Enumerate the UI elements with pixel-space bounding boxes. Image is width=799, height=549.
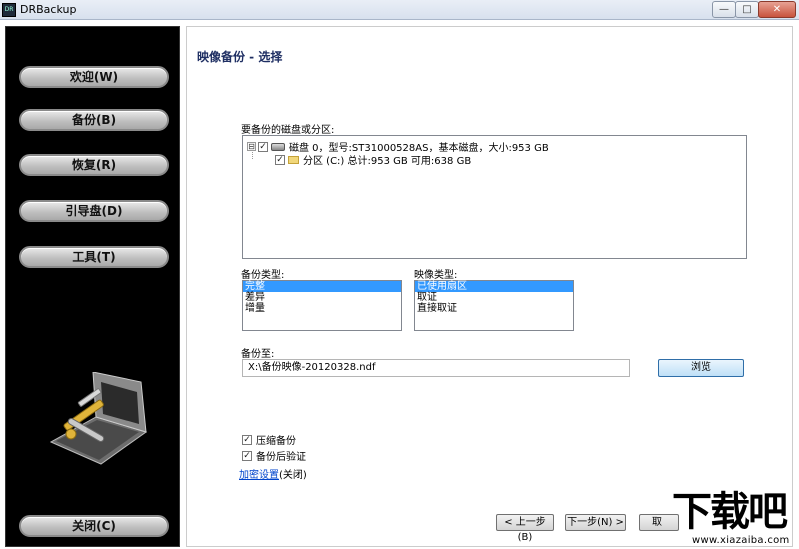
sidebar-item-welcome[interactable]: 欢迎(W) <box>19 66 169 88</box>
watermark-logo: 下载吧 <box>672 489 788 535</box>
minimize-button[interactable]: — <box>712 1 736 18</box>
compress-option[interactable]: ✓ 压缩备份 <box>242 432 296 447</box>
verify-option[interactable]: ✓ 备份后验证 <box>242 448 306 463</box>
close-app-button[interactable]: 关闭(C) <box>19 515 169 537</box>
list-item[interactable]: 增量 <box>243 303 401 314</box>
sidebar-item-backup[interactable]: 备份(B) <box>19 109 169 131</box>
main-panel: 映像备份 - 选择 要备份的磁盘或分区: ⊟ ✓ 磁盘 0，型号:ST31000… <box>186 26 793 547</box>
image-type-list[interactable]: 已使用扇区 取证 直接取证 <box>414 280 574 331</box>
list-item[interactable]: 取证 <box>415 292 573 303</box>
image-type-label: 映像类型: <box>414 270 458 281</box>
collapse-icon[interactable]: ⊟ <box>247 142 256 151</box>
window-title: DRBackup <box>20 3 77 16</box>
browse-button[interactable]: 浏览 <box>658 359 744 377</box>
maximize-button[interactable]: □ <box>735 1 759 18</box>
list-item[interactable]: 直接取证 <box>415 303 573 314</box>
sidebar-item-bootdisk[interactable]: 引导盘(D) <box>19 200 169 222</box>
partition-checkbox[interactable]: ✓ <box>275 154 285 165</box>
next-button[interactable]: 下一步(N) > <box>565 514 626 531</box>
encryption-state: (关闭) <box>279 470 307 481</box>
backup-path-field[interactable]: X:\备份映像-20120328.ndf <box>242 359 630 377</box>
list-item[interactable]: 完整 <box>243 281 401 292</box>
list-item[interactable]: 差异 <box>243 292 401 303</box>
partition-label: 分区 (C:) 总计:953 GB 可用:638 GB <box>303 156 472 167</box>
disk-section-label: 要备份的磁盘或分区: <box>241 125 335 136</box>
folder-icon <box>288 155 299 164</box>
title-bar: DR DRBackup — □ ✕ <box>0 0 799 20</box>
sidebar-item-tools[interactable]: 工具(T) <box>19 246 169 268</box>
sidebar-item-restore[interactable]: 恢复(R) <box>19 154 169 176</box>
watermark-url: www.xiazaiba.com <box>692 535 790 546</box>
close-window-button[interactable]: ✕ <box>758 1 796 18</box>
encryption-settings: 加密设置(关闭) <box>239 466 307 481</box>
compress-checkbox[interactable]: ✓ <box>242 434 252 445</box>
disk-checkbox[interactable]: ✓ <box>258 141 268 152</box>
previous-button[interactable]: < 上一步(B) <box>496 514 554 543</box>
page-title: 映像备份 - 选择 <box>197 50 283 64</box>
backup-type-list[interactable]: 完整 差异 增量 <box>242 280 402 331</box>
app-icon: DR <box>2 3 16 17</box>
backup-to-label: 备份至: <box>241 349 275 360</box>
backup-type-label: 备份类型: <box>241 270 285 281</box>
verify-checkbox[interactable]: ✓ <box>242 450 252 461</box>
laptop-tools-illustration <box>49 372 148 465</box>
tree-node-partition[interactable]: ✓ 分区 (C:) 总计:953 GB 可用:638 GB <box>275 152 471 167</box>
sidebar: 欢迎(W) 备份(B) 恢复(R) 引导盘(D) 工具(T) 关闭(C) <box>5 26 180 547</box>
disk-partition-tree[interactable]: ⊟ ✓ 磁盘 0，型号:ST31000528AS，基本磁盘，大小:953 GB … <box>242 135 747 259</box>
site-watermark: 下载吧 www.xiazaiba.com <box>664 488 799 549</box>
compress-label: 压缩备份 <box>256 436 296 447</box>
list-item[interactable]: 已使用扇区 <box>415 281 573 292</box>
encryption-settings-link[interactable]: 加密设置 <box>239 470 279 481</box>
verify-label: 备份后验证 <box>256 452 306 463</box>
hard-disk-icon <box>271 142 285 151</box>
